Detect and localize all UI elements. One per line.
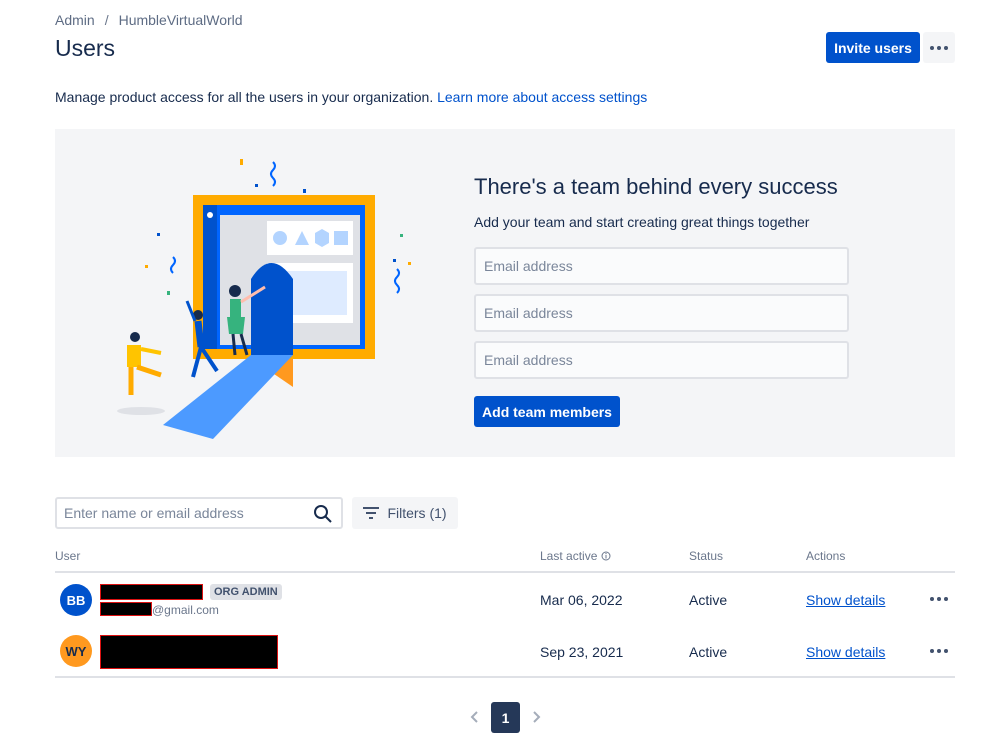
search-input[interactable] (57, 499, 307, 527)
row-more-button[interactable] (928, 644, 950, 658)
more-icon-dot (944, 649, 948, 653)
table-header-divider (55, 571, 955, 573)
org-admin-badge: ORG ADMIN (210, 584, 282, 600)
page-button-current[interactable]: 1 (491, 702, 520, 733)
column-last-active-label: Last active (540, 549, 598, 563)
filters-button[interactable]: Filters (1) (352, 497, 458, 529)
last-active-cell: Mar 06, 2022 (540, 592, 623, 608)
email-suffix: @gmail.com (152, 603, 219, 617)
row-more-button[interactable] (928, 592, 950, 606)
page-title: Users (55, 35, 116, 61)
info-icon[interactable] (601, 551, 611, 561)
redacted-email (100, 602, 152, 616)
column-actions-label: Actions (806, 549, 846, 563)
breadcrumb-org[interactable]: HumbleVirtualWorld (119, 12, 243, 28)
column-header-actions: Actions (806, 549, 845, 563)
avatar[interactable]: BB (60, 584, 92, 616)
breadcrumb-separator: / (104, 12, 109, 28)
page-description: Manage product access for all the users … (55, 89, 647, 105)
more-icon-dot (944, 45, 948, 50)
search-icon[interactable] (313, 504, 333, 524)
search-box (55, 497, 343, 529)
redacted-name (100, 584, 203, 600)
column-header-user[interactable]: User (55, 549, 80, 563)
column-header-status[interactable]: Status (689, 549, 723, 563)
banner-subtitle: Add your team and start creating great t… (474, 214, 810, 230)
more-actions-button[interactable] (923, 32, 955, 63)
show-details-link[interactable]: Show details (806, 592, 885, 608)
last-active-cell: Sep 23, 2021 (540, 644, 624, 660)
email-field-2[interactable] (474, 294, 849, 332)
column-header-last-active[interactable]: Last active (540, 549, 611, 563)
more-icon-dot (937, 45, 941, 50)
description-text: Manage product access for all the users … (55, 89, 434, 105)
invite-banner: There's a team behind every success Add … (55, 129, 955, 457)
more-icon (930, 649, 934, 653)
chevron-left-icon[interactable] (470, 711, 480, 723)
learn-more-link[interactable]: Learn more about access settings (437, 89, 647, 105)
more-icon (930, 597, 934, 601)
email-field-1[interactable] (474, 247, 849, 285)
show-details-link[interactable]: Show details (806, 644, 885, 660)
add-team-members-button[interactable]: Add team members (474, 396, 620, 427)
breadcrumb: Admin / HumbleVirtualWorld (55, 12, 243, 28)
redacted-name (100, 635, 278, 669)
status-cell: Active (689, 644, 728, 660)
avatar[interactable]: WY (60, 635, 92, 667)
email-field-3[interactable] (474, 341, 849, 379)
breadcrumb-admin[interactable]: Admin (55, 12, 95, 28)
chevron-right-icon[interactable] (531, 711, 541, 723)
more-icon (930, 45, 934, 50)
status-cell: Active (689, 592, 728, 608)
invite-users-button[interactable]: Invite users (826, 32, 920, 63)
more-icon-dot (937, 649, 941, 653)
column-status-label: Status (689, 549, 724, 563)
banner-title: There's a team behind every success (474, 174, 838, 199)
column-user-label: User (55, 549, 81, 563)
filter-icon (363, 507, 380, 519)
more-icon-dot (937, 597, 941, 601)
more-icon-dot (944, 597, 948, 601)
table-bottom-divider (55, 676, 955, 678)
team-illustration-icon (117, 159, 411, 439)
filters-label: Filters (1) (387, 505, 447, 521)
